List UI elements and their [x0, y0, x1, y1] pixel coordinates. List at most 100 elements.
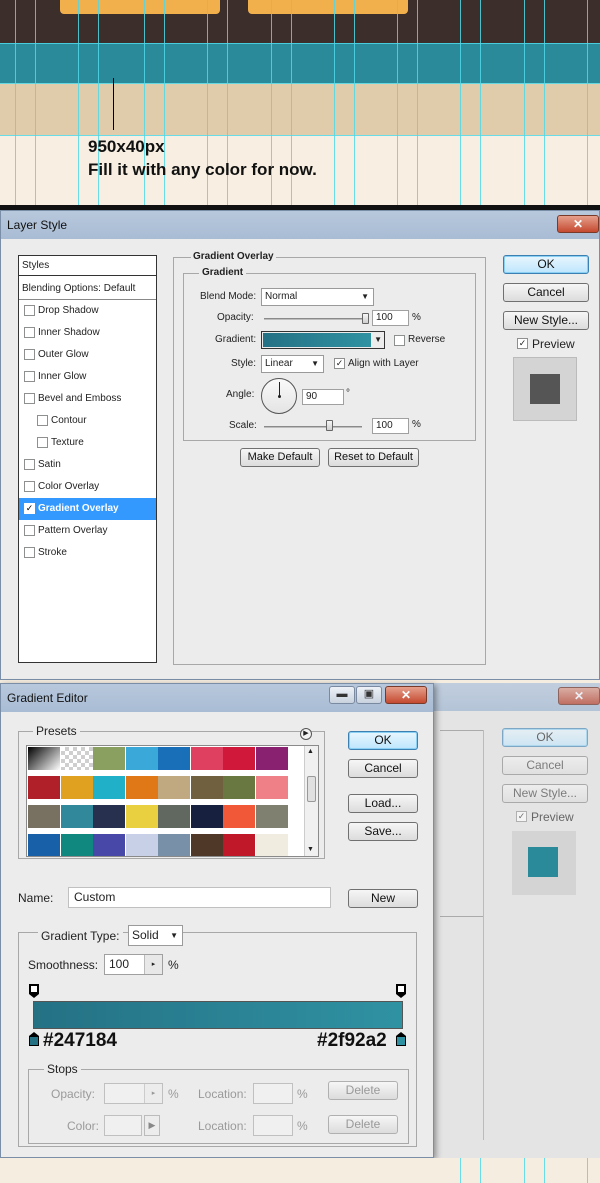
style-checkbox[interactable] [24, 327, 35, 338]
style-checkbox[interactable] [37, 437, 48, 448]
presets-scrollbar[interactable]: ▲ ▼ [304, 746, 318, 856]
preset-swatch[interactable] [255, 805, 288, 828]
preset-swatch[interactable] [158, 747, 190, 770]
angle-field[interactable]: 90 [302, 389, 344, 405]
gradient-type-dropdown[interactable]: Solid ▼ [128, 925, 183, 946]
style-checkbox[interactable] [24, 305, 35, 316]
preset-swatch[interactable] [223, 776, 255, 799]
preset-swatch[interactable] [28, 776, 60, 799]
scale-field[interactable]: 100 [372, 418, 409, 434]
reverse-checkbox[interactable] [394, 335, 405, 346]
preset-swatch[interactable] [255, 776, 288, 799]
style-dropdown[interactable]: Linear ▼ [261, 355, 324, 373]
preset-swatch[interactable] [28, 834, 60, 856]
stop-opacity-field[interactable]: ▸ [104, 1083, 163, 1104]
stepper-arrow-icon[interactable]: ▸ [144, 1084, 162, 1103]
close-button[interactable]: ✕ [385, 686, 427, 704]
style-item-inner-glow[interactable]: Inner Glow [19, 366, 156, 388]
style-item-contour[interactable]: Contour [19, 410, 156, 432]
style-checkbox[interactable] [24, 481, 35, 492]
preset-swatch[interactable] [125, 776, 158, 799]
style-item-bevel-and-emboss[interactable]: Bevel and Emboss [19, 388, 156, 410]
style-checkbox[interactable]: ✓ [24, 503, 35, 514]
scale-slider[interactable] [264, 426, 362, 428]
opacity-slider-thumb[interactable] [362, 313, 369, 324]
style-item-texture[interactable]: Texture [19, 432, 156, 454]
delete-color-stop-button[interactable]: Delete [328, 1115, 398, 1134]
name-field[interactable]: Custom [68, 887, 331, 908]
maximize-button[interactable]: ▣ [356, 686, 382, 704]
scale-slider-thumb[interactable] [325, 420, 333, 431]
smoothness-field[interactable]: 100 ▸ [104, 954, 163, 975]
blend-mode-dropdown[interactable]: Normal ▼ [261, 288, 374, 306]
ok-button[interactable]: OK [348, 731, 418, 750]
opacity-slider[interactable] [264, 318, 368, 320]
style-checkbox[interactable] [24, 525, 35, 536]
preset-swatch[interactable] [255, 747, 288, 770]
preset-swatch[interactable] [28, 805, 60, 828]
angle-dial[interactable] [261, 378, 297, 414]
style-item-stroke[interactable]: Stroke [19, 542, 156, 564]
cancel-button[interactable]: Cancel [503, 283, 589, 302]
style-checkbox[interactable] [24, 547, 35, 558]
scroll-up-icon[interactable]: ▲ [307, 748, 314, 755]
preset-swatch[interactable] [93, 834, 125, 856]
styles-header[interactable]: Styles [19, 256, 156, 276]
presets-menu-icon[interactable]: ▶ [300, 728, 312, 740]
style-item-pattern-overlay[interactable]: Pattern Overlay [19, 520, 156, 542]
new-style-button[interactable]: New Style... [503, 311, 589, 330]
scroll-down-icon[interactable]: ▼ [307, 846, 314, 853]
preset-swatch[interactable] [28, 747, 60, 770]
stop-color-location-field[interactable] [253, 1115, 293, 1136]
preset-swatch[interactable] [158, 776, 190, 799]
align-with-layer-checkbox[interactable]: ✓ [334, 358, 345, 369]
preset-swatch[interactable] [125, 834, 158, 856]
preset-swatch[interactable] [223, 834, 255, 856]
style-item-drop-shadow[interactable]: Drop Shadow [19, 300, 156, 322]
preset-swatch[interactable] [223, 805, 255, 828]
preset-swatch[interactable] [93, 805, 125, 828]
opacity-stop-left[interactable] [29, 984, 39, 998]
preset-swatch[interactable] [125, 747, 158, 770]
cancel-button[interactable]: Cancel [348, 759, 418, 778]
style-item-gradient-overlay[interactable]: ✓ Gradient Overlay [19, 498, 156, 520]
style-item-inner-shadow[interactable]: Inner Shadow [19, 322, 156, 344]
style-item-outer-glow[interactable]: Outer Glow [19, 344, 156, 366]
stop-opacity-location-field[interactable] [253, 1083, 293, 1104]
color-stop-right[interactable] [396, 1032, 406, 1046]
style-checkbox[interactable] [24, 349, 35, 360]
opacity-stop-right[interactable] [396, 984, 406, 998]
close-button[interactable]: ✕ [557, 215, 599, 233]
opacity-field[interactable]: 100 [372, 310, 409, 326]
preset-swatch[interactable] [255, 834, 288, 856]
minimize-button[interactable]: ▬ [329, 686, 355, 704]
scroll-thumb[interactable] [307, 776, 316, 802]
style-checkbox[interactable] [24, 459, 35, 470]
stop-color-swatch[interactable] [104, 1115, 142, 1136]
new-button[interactable]: New [348, 889, 418, 908]
chevron-down-icon[interactable]: ▼ [374, 335, 382, 344]
preset-swatch[interactable] [223, 747, 255, 770]
preset-swatch[interactable] [60, 805, 93, 828]
gradient-picker[interactable]: ▼ [261, 331, 385, 349]
style-item-satin[interactable]: Satin [19, 454, 156, 476]
preset-swatch[interactable] [93, 776, 125, 799]
preset-swatch[interactable] [190, 805, 223, 828]
preset-swatch[interactable] [158, 805, 190, 828]
blending-options-item[interactable]: Blending Options: Default [19, 278, 156, 300]
make-default-button[interactable]: Make Default [240, 448, 320, 467]
reset-to-default-button[interactable]: Reset to Default [328, 448, 419, 467]
load-button[interactable]: Load... [348, 794, 418, 813]
ok-button[interactable]: OK [503, 255, 589, 274]
color-picker-arrow-icon[interactable]: ▶ [144, 1115, 160, 1136]
style-item-color-overlay[interactable]: Color Overlay [19, 476, 156, 498]
color-stop-left[interactable] [29, 1032, 39, 1046]
stepper-arrow-icon[interactable]: ▸ [144, 955, 162, 974]
preset-swatch[interactable] [190, 776, 223, 799]
preset-swatch[interactable] [60, 776, 93, 799]
style-checkbox[interactable] [24, 371, 35, 382]
preset-swatch[interactable] [60, 834, 93, 856]
preset-swatch[interactable] [93, 747, 125, 770]
preset-swatch[interactable] [60, 747, 93, 770]
preset-swatch[interactable] [190, 747, 223, 770]
